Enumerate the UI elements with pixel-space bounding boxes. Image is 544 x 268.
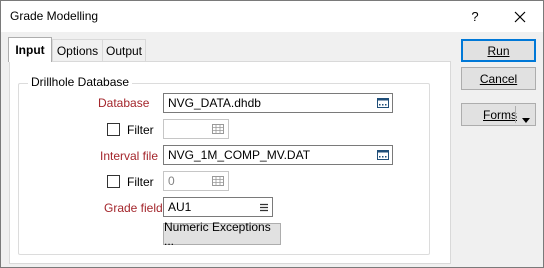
database-label: Database [98,96,150,110]
window-title: Grade Modelling [10,9,99,23]
tab-input[interactable]: Input [8,37,52,62]
help-button[interactable]: ? [452,1,498,32]
run-button[interactable]: Run [461,39,536,62]
tab-output[interactable]: Output [102,39,146,61]
close-icon [514,11,526,22]
title-bar: Grade Modelling ? [1,1,543,32]
cancel-label: Cancel [479,71,518,86]
interval-file-field[interactable]: NVG_1M_COMP_MV.DAT [163,145,393,165]
cancel-button[interactable]: Cancel [461,67,536,90]
database-value: NVG_DATA.dhdb [168,96,261,110]
interval-file-label: Interval file [100,149,159,163]
dialog-window: Grade Modelling ? Input Options Output D… [0,0,544,268]
grade-field-label: Grade field [104,201,163,215]
group-label: Drillhole Database [28,75,133,89]
tab-options[interactable]: Options [52,39,103,61]
interval-file-value: NVG_1M_COMP_MV.DAT [168,148,311,162]
list-icon[interactable] [256,200,272,214]
filter1-checkbox[interactable] [107,123,120,136]
filter2-grid-icon[interactable] [210,174,226,188]
filter1-label: Filter [127,123,154,137]
forms-label: Forms [483,107,517,122]
filter2-checkbox[interactable] [107,175,120,188]
split-divider [515,106,516,123]
forms-button[interactable]: Forms [461,103,536,126]
numeric-exceptions-button[interactable]: Numeric Exceptions ... [163,220,281,248]
filter2-value: 0 [168,174,175,188]
filter2-label: Filter [127,175,154,189]
interval-file-browse-icon[interactable] [375,148,391,162]
close-button[interactable] [497,1,543,32]
run-label: Run [487,43,510,58]
database-browse-icon[interactable] [375,96,391,110]
grade-field-value: AU1 [168,200,192,214]
chevron-down-icon[interactable] [522,112,530,126]
database-field[interactable]: NVG_DATA.dhdb [163,93,393,113]
filter1-grid-icon[interactable] [210,122,226,136]
